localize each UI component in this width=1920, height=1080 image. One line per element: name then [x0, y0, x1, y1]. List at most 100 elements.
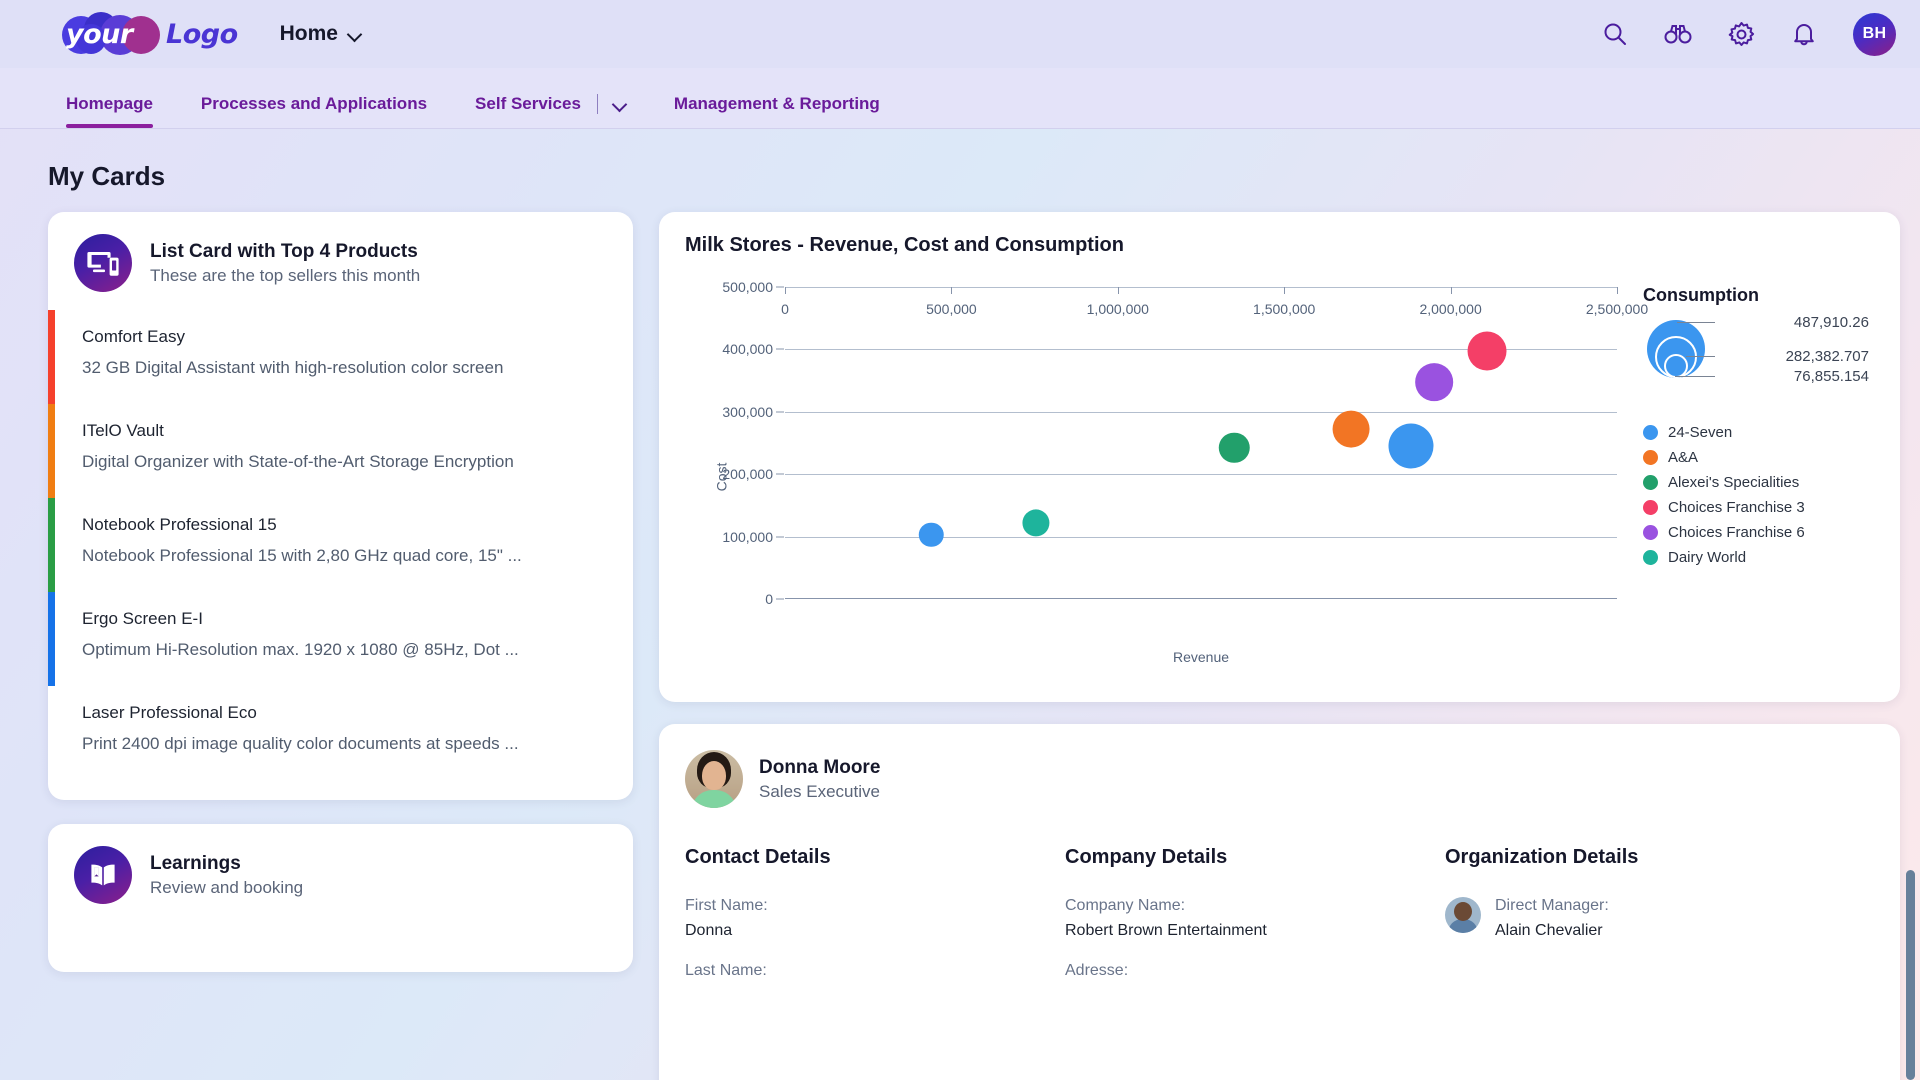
search-icon[interactable] — [1601, 20, 1629, 48]
avatar[interactable]: BH — [1853, 13, 1896, 56]
page-title: My Cards — [48, 161, 1920, 192]
list-card-header-text: List Card with Top 4 Products These are … — [150, 241, 420, 286]
home-dropdown-label: Home — [280, 22, 338, 46]
legend-item[interactable]: Choices Franchise 6 — [1643, 524, 1874, 541]
data-point-bubble[interactable] — [1332, 411, 1369, 448]
left-column: List Card with Top 4 Products These are … — [48, 212, 633, 972]
tab-processes-label: Processes and Applications — [201, 94, 427, 113]
nav-separator — [597, 94, 598, 114]
field-label: Adresse: — [1065, 962, 1445, 980]
item-color-bar — [48, 498, 55, 592]
y-axis-tick-mark — [776, 599, 784, 600]
y-axis-tick-mark — [776, 287, 784, 288]
data-point-bubble[interactable] — [1468, 331, 1507, 370]
detail-columns: Contact Details First Name: Donna Last N… — [685, 846, 1874, 1002]
x-axis-tick-label: 500,000 — [926, 301, 977, 317]
x-axis-tick-mark — [785, 287, 786, 294]
product-description: Print 2400 dpi image quality color docum… — [82, 734, 607, 754]
field-value: Robert Brown Entertainment — [1065, 922, 1445, 940]
book-icon — [74, 846, 132, 904]
data-point-bubble[interactable] — [1023, 509, 1050, 536]
tab-self-services[interactable]: Self Services — [451, 94, 650, 128]
data-point-bubble[interactable] — [1219, 433, 1249, 463]
bubble-size-value: 487,910.26 — [1719, 314, 1869, 331]
field-label: First Name: — [685, 897, 1065, 915]
x-axis-tick-label: 1,500,000 — [1253, 301, 1315, 317]
legend-item-label: Choices Franchise 6 — [1668, 524, 1805, 541]
field-value: Donna — [685, 922, 1065, 940]
cards-grid: List Card with Top 4 Products These are … — [0, 212, 1920, 1080]
bell-icon[interactable] — [1790, 20, 1818, 48]
legend-item-label: Choices Franchise 3 — [1668, 499, 1805, 516]
legend-item[interactable]: Choices Franchise 3 — [1643, 499, 1874, 516]
app-logo[interactable]: your Logo — [56, 11, 238, 57]
detail-field: Direct Manager: Alain Chevalier — [1445, 897, 1874, 940]
product-description: Digital Organizer with State-of-the-Art … — [82, 452, 607, 472]
y-axis-tick-label: 200,000 — [722, 466, 773, 482]
person-header-text: Donna Moore Sales Executive — [759, 757, 880, 802]
legend-item-label: 24-Seven — [1668, 424, 1732, 441]
legend-item-label: Dairy World — [1668, 549, 1746, 566]
list-item[interactable]: ITelO Vault Digital Organizer with State… — [48, 404, 633, 498]
product-description: 32 GB Digital Assistant with high-resolu… — [82, 358, 607, 378]
tab-processes-and-applications[interactable]: Processes and Applications — [177, 94, 451, 128]
data-point-bubble[interactable] — [1415, 363, 1453, 401]
chevron-down-icon[interactable] — [614, 98, 626, 110]
tab-management-label: Management & Reporting — [674, 94, 880, 113]
product-name: Notebook Professional 15 — [82, 515, 607, 535]
gear-icon[interactable] — [1727, 20, 1755, 48]
leader-line — [1677, 322, 1715, 323]
chart-card: Milk Stores - Revenue, Cost and Consumpt… — [659, 212, 1900, 702]
person-header: Donna Moore Sales Executive — [685, 750, 1874, 808]
y-axis-tick-mark — [776, 411, 784, 412]
x-axis-tick-label: 0 — [781, 301, 789, 317]
list-item[interactable]: Ergo Screen E-I Optimum Hi-Resolution ma… — [48, 592, 633, 686]
monitor-device-icon — [74, 234, 132, 292]
legend-item[interactable]: 24-Seven — [1643, 424, 1874, 441]
grid-line — [785, 287, 1617, 288]
legend-color-dot — [1643, 475, 1658, 490]
y-axis-tick-mark — [776, 474, 784, 475]
legend-item[interactable]: Alexei's Specialities — [1643, 474, 1874, 491]
legend-color-dot — [1643, 550, 1658, 565]
list-item[interactable]: Laser Professional Eco Print 2400 dpi im… — [48, 686, 633, 780]
app-page: your Logo Home — [0, 0, 1920, 1080]
person-role: Sales Executive — [759, 782, 880, 802]
learnings-card-title: Learnings — [150, 853, 303, 875]
person-name: Donna Moore — [759, 757, 880, 779]
x-axis-label: Revenue — [1173, 649, 1229, 665]
page-content: My Cards — [0, 161, 1920, 1080]
avatar — [685, 750, 743, 808]
list-card-header: List Card with Top 4 Products These are … — [48, 234, 633, 292]
data-point-bubble[interactable] — [1388, 424, 1433, 469]
tab-management-and-reporting[interactable]: Management & Reporting — [650, 94, 904, 128]
section-heading: Company Details — [1065, 846, 1445, 869]
product-description: Notebook Professional 15 with 2,80 GHz q… — [82, 546, 607, 566]
detail-field: Adresse: — [1065, 962, 1445, 980]
legend-item[interactable]: A&A — [1643, 449, 1874, 466]
color-legend: 24-Seven A&A Alexei's Specialities Choices … — [1643, 424, 1874, 566]
list-item[interactable]: Comfort Easy 32 GB Digital Assistant wit… — [48, 310, 633, 404]
legend-item[interactable]: Dairy World — [1643, 549, 1874, 566]
home-dropdown[interactable]: Home — [280, 22, 361, 46]
tab-homepage[interactable]: Homepage — [42, 94, 177, 128]
grid-line — [785, 474, 1617, 475]
data-point-bubble[interactable] — [919, 522, 943, 546]
main-navigation: Homepage Processes and Applications Self… — [0, 68, 1920, 129]
person-card: Donna Moore Sales Executive Contact Deta… — [659, 724, 1900, 1080]
y-axis-tick-label: 400,000 — [722, 341, 773, 357]
x-axis-tick-mark — [1451, 287, 1452, 294]
grid-line — [785, 412, 1617, 413]
scrollbar-thumb[interactable] — [1906, 870, 1915, 1080]
legend-color-dot — [1643, 450, 1658, 465]
list-item[interactable]: Notebook Professional 15 Notebook Profes… — [48, 498, 633, 592]
vertical-scrollbar[interactable] — [1905, 130, 1917, 1080]
manager-avatar — [1445, 897, 1481, 933]
binoculars-icon[interactable] — [1664, 20, 1692, 48]
field-label: Direct Manager: — [1495, 897, 1609, 915]
x-axis-tick-mark — [951, 287, 952, 294]
product-list: Comfort Easy 32 GB Digital Assistant wit… — [48, 310, 633, 780]
company-details-column: Company Details Company Name: Robert Bro… — [1065, 846, 1445, 1002]
legend-color-dot — [1643, 500, 1658, 515]
x-axis-tick-mark — [1284, 287, 1285, 294]
